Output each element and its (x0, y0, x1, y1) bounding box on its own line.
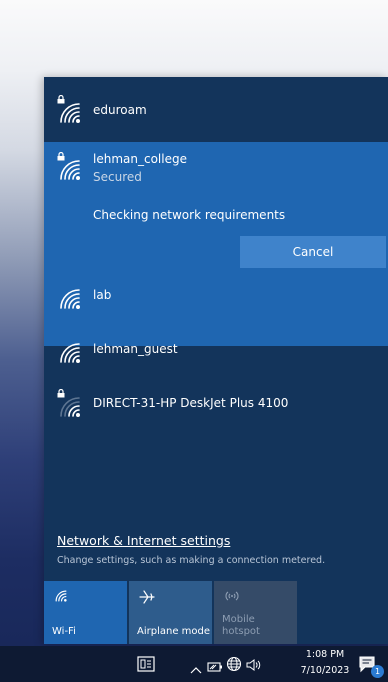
network-item-lab[interactable]: lab (44, 266, 388, 328)
wifi-icon (54, 589, 68, 606)
network-name: DIRECT-31-HP DeskJet Plus 4100 (93, 396, 289, 410)
network-name: eduroam (93, 103, 147, 117)
network-settings-description: Change settings, such as making a connec… (57, 555, 326, 566)
network-name: lab (93, 288, 112, 302)
network-status: Secured (93, 170, 142, 184)
network-item-lehman-guest[interactable]: lehman_guest (44, 320, 388, 382)
network-settings-link[interactable]: Network & Internet settings (57, 533, 230, 548)
wifi-tile-label: Wi-Fi (52, 626, 76, 637)
wifi-toggle-tile[interactable]: Wi-Fi (44, 581, 127, 644)
notification-badge: 1 (371, 665, 384, 678)
network-item-direct-printer[interactable]: DIRECT-31-HP DeskJet Plus 4100 (44, 374, 388, 436)
chevron-up-icon[interactable] (190, 659, 202, 678)
battery-icon[interactable] (207, 658, 223, 677)
airplane-tile-label: Airplane mode (137, 626, 211, 637)
hotspot-tile-label: Mobile hotspot (222, 614, 260, 637)
wifi-signal-icon (57, 100, 83, 126)
airplane-icon (139, 589, 155, 608)
airplane-mode-tile[interactable]: Airplane mode (129, 581, 212, 644)
taskbar: 1:08 PM 7/10/2023 1 (0, 646, 388, 682)
clock-date: 7/10/2023 (300, 665, 350, 676)
clock[interactable]: 1:08 PM 7/10/2023 (298, 647, 352, 679)
network-name: lehman_college (93, 152, 187, 166)
wifi-signal-icon (57, 157, 83, 183)
clock-time: 1:08 PM (305, 649, 345, 660)
wifi-signal-icon (57, 286, 83, 312)
wifi-signal-weak-icon (57, 394, 83, 420)
cancel-button[interactable]: Cancel (240, 236, 386, 268)
connecting-message: Checking network requirements (93, 208, 286, 222)
volume-icon[interactable] (245, 657, 261, 676)
mobile-hotspot-tile[interactable]: Mobile hotspot (214, 581, 297, 644)
task-view-icon[interactable] (137, 656, 155, 676)
network-name: lehman_guest (93, 342, 178, 356)
wifi-signal-icon (57, 340, 83, 366)
hotspot-icon (224, 589, 240, 606)
network-item-eduroam[interactable]: eduroam (44, 79, 388, 141)
network-flyout: eduroam lehman_college Secured Checking … (44, 77, 388, 644)
globe-network-icon[interactable] (226, 656, 242, 676)
